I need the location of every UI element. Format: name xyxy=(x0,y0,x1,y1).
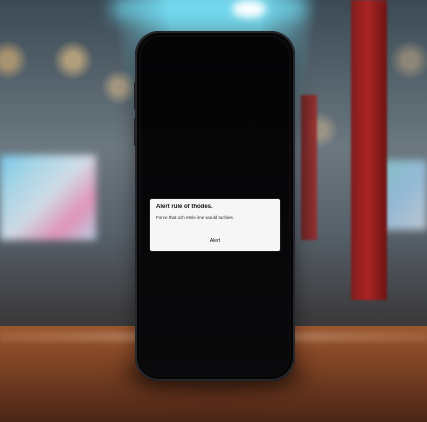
alert-action-button[interactable]: Alert xyxy=(206,237,224,245)
ceiling-light xyxy=(232,0,266,18)
ceiling-light-bar xyxy=(112,0,306,24)
background-pillar-small xyxy=(301,95,317,240)
alert-message: Force that och etnle ime would tuchies. xyxy=(156,215,235,220)
background-display-left xyxy=(0,155,96,240)
phone-screen: Alert rule of thodes. Force that och etn… xyxy=(141,37,289,375)
blurred-cafe-scene: Alert rule of thodes. Force that och etn… xyxy=(0,0,427,422)
alert-title: Alert rule of thodes. xyxy=(156,204,213,210)
smartphone: Alert rule of thodes. Force that och etn… xyxy=(135,31,295,381)
background-pillar xyxy=(351,0,387,300)
alert-dialog: Alert rule of thodes. Force that och etn… xyxy=(150,199,280,251)
